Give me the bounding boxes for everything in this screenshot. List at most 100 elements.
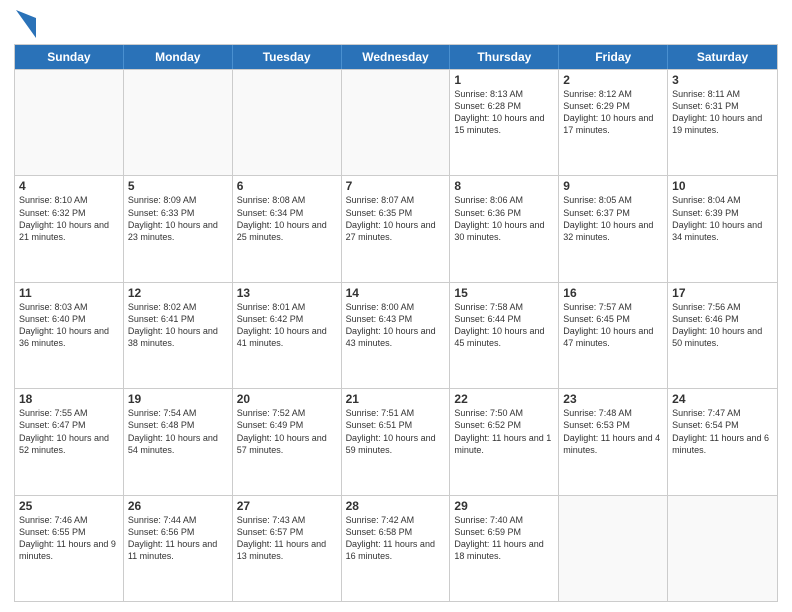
calendar-row: 1Sunrise: 8:13 AM Sunset: 6:28 PM Daylig… [15, 69, 777, 175]
calendar-cell: 16Sunrise: 7:57 AM Sunset: 6:45 PM Dayli… [559, 283, 668, 388]
calendar-cell: 29Sunrise: 7:40 AM Sunset: 6:59 PM Dayli… [450, 496, 559, 601]
calendar-header-row: SundayMondayTuesdayWednesdayThursdayFrid… [15, 45, 777, 69]
calendar-cell [342, 70, 451, 175]
calendar-cell: 3Sunrise: 8:11 AM Sunset: 6:31 PM Daylig… [668, 70, 777, 175]
page: SundayMondayTuesdayWednesdayThursdayFrid… [0, 0, 792, 612]
calendar-cell: 25Sunrise: 7:46 AM Sunset: 6:55 PM Dayli… [15, 496, 124, 601]
day-number: 23 [563, 392, 663, 406]
day-number: 7 [346, 179, 446, 193]
calendar-header-cell: Monday [124, 45, 233, 69]
day-number: 15 [454, 286, 554, 300]
day-number: 27 [237, 499, 337, 513]
calendar-cell: 20Sunrise: 7:52 AM Sunset: 6:49 PM Dayli… [233, 389, 342, 494]
day-info: Sunrise: 8:10 AM Sunset: 6:32 PM Dayligh… [19, 194, 119, 243]
calendar-cell: 15Sunrise: 7:58 AM Sunset: 6:44 PM Dayli… [450, 283, 559, 388]
day-number: 4 [19, 179, 119, 193]
calendar-cell: 17Sunrise: 7:56 AM Sunset: 6:46 PM Dayli… [668, 283, 777, 388]
day-info: Sunrise: 8:11 AM Sunset: 6:31 PM Dayligh… [672, 88, 773, 137]
day-number: 20 [237, 392, 337, 406]
day-info: Sunrise: 7:52 AM Sunset: 6:49 PM Dayligh… [237, 407, 337, 456]
day-number: 25 [19, 499, 119, 513]
day-number: 16 [563, 286, 663, 300]
calendar-cell: 27Sunrise: 7:43 AM Sunset: 6:57 PM Dayli… [233, 496, 342, 601]
calendar-cell: 28Sunrise: 7:42 AM Sunset: 6:58 PM Dayli… [342, 496, 451, 601]
day-number: 5 [128, 179, 228, 193]
day-info: Sunrise: 7:42 AM Sunset: 6:58 PM Dayligh… [346, 514, 446, 563]
day-info: Sunrise: 7:51 AM Sunset: 6:51 PM Dayligh… [346, 407, 446, 456]
day-info: Sunrise: 8:09 AM Sunset: 6:33 PM Dayligh… [128, 194, 228, 243]
calendar-cell: 21Sunrise: 7:51 AM Sunset: 6:51 PM Dayli… [342, 389, 451, 494]
day-number: 12 [128, 286, 228, 300]
day-info: Sunrise: 8:05 AM Sunset: 6:37 PM Dayligh… [563, 194, 663, 243]
day-number: 21 [346, 392, 446, 406]
calendar-cell: 8Sunrise: 8:06 AM Sunset: 6:36 PM Daylig… [450, 176, 559, 281]
day-info: Sunrise: 8:12 AM Sunset: 6:29 PM Dayligh… [563, 88, 663, 137]
day-info: Sunrise: 7:57 AM Sunset: 6:45 PM Dayligh… [563, 301, 663, 350]
calendar: SundayMondayTuesdayWednesdayThursdayFrid… [14, 44, 778, 602]
day-number: 10 [672, 179, 773, 193]
calendar-cell: 19Sunrise: 7:54 AM Sunset: 6:48 PM Dayli… [124, 389, 233, 494]
day-number: 6 [237, 179, 337, 193]
calendar-cell [15, 70, 124, 175]
calendar-cell: 2Sunrise: 8:12 AM Sunset: 6:29 PM Daylig… [559, 70, 668, 175]
calendar-body: 1Sunrise: 8:13 AM Sunset: 6:28 PM Daylig… [15, 69, 777, 601]
day-info: Sunrise: 7:40 AM Sunset: 6:59 PM Dayligh… [454, 514, 554, 563]
day-info: Sunrise: 7:44 AM Sunset: 6:56 PM Dayligh… [128, 514, 228, 563]
day-number: 24 [672, 392, 773, 406]
day-info: Sunrise: 8:07 AM Sunset: 6:35 PM Dayligh… [346, 194, 446, 243]
calendar-header-cell: Friday [559, 45, 668, 69]
calendar-cell: 14Sunrise: 8:00 AM Sunset: 6:43 PM Dayli… [342, 283, 451, 388]
day-number: 19 [128, 392, 228, 406]
logo [14, 14, 36, 38]
calendar-cell: 23Sunrise: 7:48 AM Sunset: 6:53 PM Dayli… [559, 389, 668, 494]
calendar-cell: 26Sunrise: 7:44 AM Sunset: 6:56 PM Dayli… [124, 496, 233, 601]
day-number: 13 [237, 286, 337, 300]
day-info: Sunrise: 7:54 AM Sunset: 6:48 PM Dayligh… [128, 407, 228, 456]
calendar-cell [559, 496, 668, 601]
day-info: Sunrise: 8:02 AM Sunset: 6:41 PM Dayligh… [128, 301, 228, 350]
calendar-cell: 5Sunrise: 8:09 AM Sunset: 6:33 PM Daylig… [124, 176, 233, 281]
day-info: Sunrise: 7:47 AM Sunset: 6:54 PM Dayligh… [672, 407, 773, 456]
calendar-header-cell: Saturday [668, 45, 777, 69]
calendar-cell: 24Sunrise: 7:47 AM Sunset: 6:54 PM Dayli… [668, 389, 777, 494]
header [14, 10, 778, 38]
day-number: 17 [672, 286, 773, 300]
calendar-cell: 11Sunrise: 8:03 AM Sunset: 6:40 PM Dayli… [15, 283, 124, 388]
calendar-cell: 9Sunrise: 8:05 AM Sunset: 6:37 PM Daylig… [559, 176, 668, 281]
calendar-cell: 1Sunrise: 8:13 AM Sunset: 6:28 PM Daylig… [450, 70, 559, 175]
day-number: 26 [128, 499, 228, 513]
day-number: 22 [454, 392, 554, 406]
calendar-cell: 7Sunrise: 8:07 AM Sunset: 6:35 PM Daylig… [342, 176, 451, 281]
day-info: Sunrise: 8:06 AM Sunset: 6:36 PM Dayligh… [454, 194, 554, 243]
calendar-row: 18Sunrise: 7:55 AM Sunset: 6:47 PM Dayli… [15, 388, 777, 494]
day-info: Sunrise: 8:04 AM Sunset: 6:39 PM Dayligh… [672, 194, 773, 243]
day-info: Sunrise: 8:03 AM Sunset: 6:40 PM Dayligh… [19, 301, 119, 350]
calendar-cell [124, 70, 233, 175]
calendar-row: 25Sunrise: 7:46 AM Sunset: 6:55 PM Dayli… [15, 495, 777, 601]
calendar-cell: 6Sunrise: 8:08 AM Sunset: 6:34 PM Daylig… [233, 176, 342, 281]
day-number: 9 [563, 179, 663, 193]
calendar-cell: 12Sunrise: 8:02 AM Sunset: 6:41 PM Dayli… [124, 283, 233, 388]
calendar-row: 11Sunrise: 8:03 AM Sunset: 6:40 PM Dayli… [15, 282, 777, 388]
day-info: Sunrise: 7:48 AM Sunset: 6:53 PM Dayligh… [563, 407, 663, 456]
day-info: Sunrise: 7:50 AM Sunset: 6:52 PM Dayligh… [454, 407, 554, 456]
calendar-row: 4Sunrise: 8:10 AM Sunset: 6:32 PM Daylig… [15, 175, 777, 281]
day-info: Sunrise: 8:01 AM Sunset: 6:42 PM Dayligh… [237, 301, 337, 350]
day-info: Sunrise: 7:58 AM Sunset: 6:44 PM Dayligh… [454, 301, 554, 350]
day-info: Sunrise: 7:46 AM Sunset: 6:55 PM Dayligh… [19, 514, 119, 563]
calendar-cell [668, 496, 777, 601]
day-number: 1 [454, 73, 554, 87]
day-number: 2 [563, 73, 663, 87]
day-number: 11 [19, 286, 119, 300]
calendar-cell: 13Sunrise: 8:01 AM Sunset: 6:42 PM Dayli… [233, 283, 342, 388]
day-number: 8 [454, 179, 554, 193]
day-number: 28 [346, 499, 446, 513]
calendar-header-cell: Sunday [15, 45, 124, 69]
calendar-cell [233, 70, 342, 175]
day-info: Sunrise: 7:55 AM Sunset: 6:47 PM Dayligh… [19, 407, 119, 456]
calendar-cell: 4Sunrise: 8:10 AM Sunset: 6:32 PM Daylig… [15, 176, 124, 281]
calendar-cell: 18Sunrise: 7:55 AM Sunset: 6:47 PM Dayli… [15, 389, 124, 494]
day-info: Sunrise: 7:43 AM Sunset: 6:57 PM Dayligh… [237, 514, 337, 563]
day-number: 3 [672, 73, 773, 87]
day-info: Sunrise: 8:08 AM Sunset: 6:34 PM Dayligh… [237, 194, 337, 243]
